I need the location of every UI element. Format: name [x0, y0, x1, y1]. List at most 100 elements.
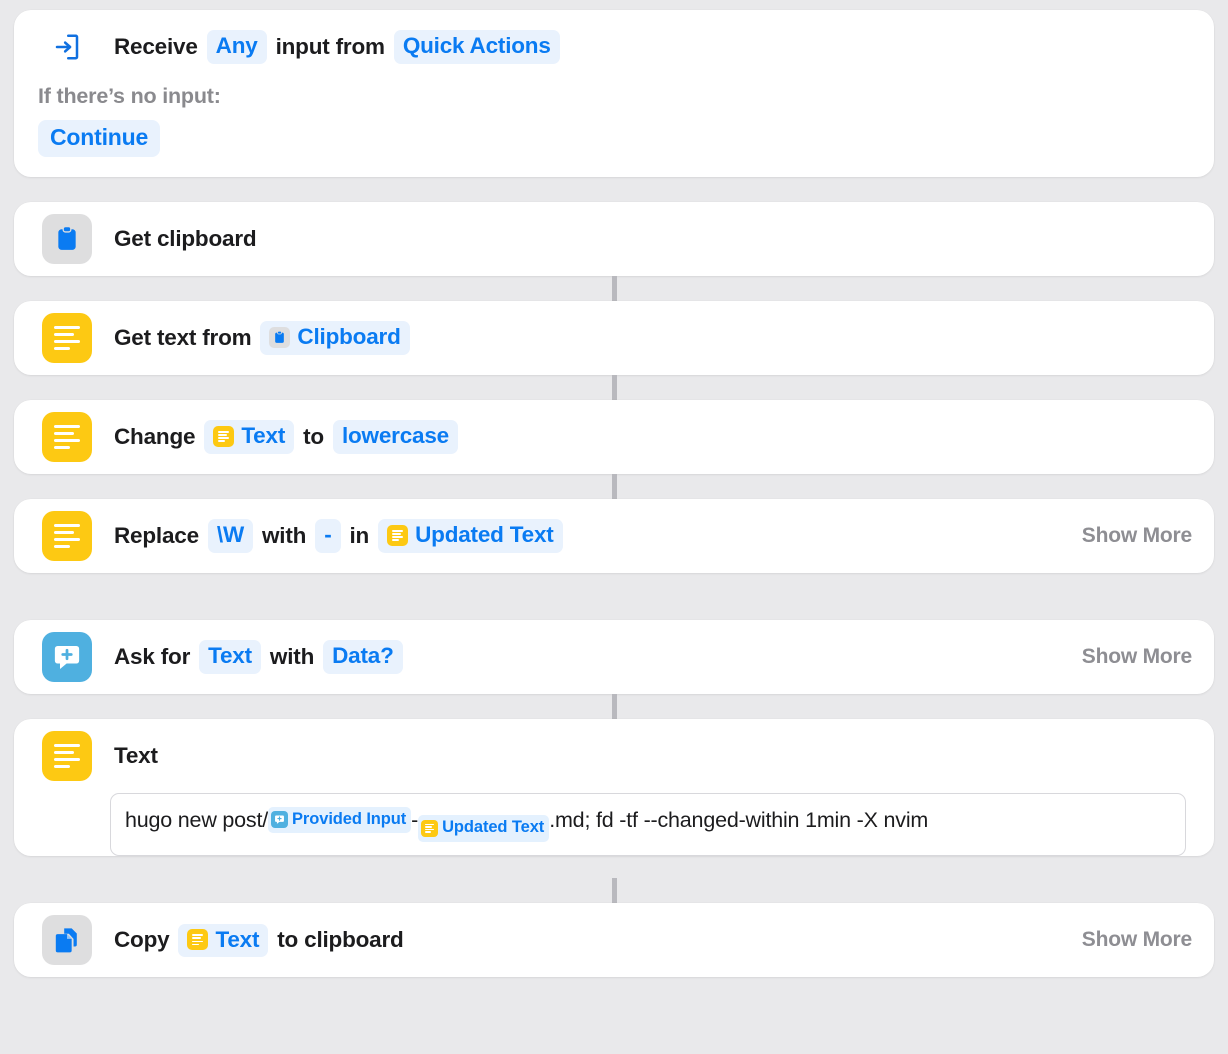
connector-line: [0, 878, 1228, 904]
clipboard-icon: [269, 327, 291, 348]
text-icon: [42, 313, 92, 363]
action-card-wrap: Ask for Text with Data? Show More: [0, 620, 1228, 694]
action-phrase: Get text from Clipboard: [114, 321, 1192, 355]
action-card-text-block[interactable]: Text hugo new post/Provided Input - Update…: [14, 719, 1214, 857]
text-icon: [42, 731, 92, 781]
text-lines-glyph: [392, 529, 404, 542]
phrase-word: Change: [114, 423, 196, 449]
inline-token-provided-input[interactable]: Provided Input: [268, 806, 412, 834]
connector-bar: [611, 694, 617, 719]
no-input-label: If there’s no input:: [38, 84, 221, 108]
action-phrase: Get clipboard: [114, 225, 1192, 253]
token-replace-with[interactable]: -: [315, 519, 341, 553]
phrase-word: Copy: [114, 927, 170, 953]
action-row: Replace \W with - in Updated Text Show M…: [14, 499, 1214, 573]
connector-bar: [611, 474, 617, 499]
phrase-word: Text: [114, 742, 158, 768]
text-icon: [42, 511, 92, 561]
text-segment: hugo new post/: [125, 808, 269, 832]
connector-bar: [611, 878, 617, 904]
action-card-wrap: Replace \W with - in Updated Text Show M…: [0, 499, 1228, 573]
token-lowercase[interactable]: lowercase: [332, 420, 458, 454]
action-card-replace-text[interactable]: Replace \W with - in Updated Text Show M…: [14, 499, 1214, 573]
phrase-word: Receive: [114, 33, 198, 59]
shortcuts-workflow: Receive Any input from Quick Actions If …: [0, 0, 1228, 978]
show-more-button[interactable]: Show More: [1064, 928, 1192, 952]
token-clipboard[interactable]: Clipboard: [260, 321, 410, 355]
connector-line: [0, 375, 1228, 400]
phrase-word: input from: [275, 33, 385, 59]
connector-spacer: [0, 573, 1228, 620]
inline-token-updated-text[interactable]: Updated Text: [418, 815, 550, 843]
action-row: Change Text to lowercase: [14, 400, 1214, 474]
receive-input-icon: [42, 22, 92, 72]
token-quick-actions[interactable]: Quick Actions: [393, 30, 560, 64]
token-text[interactable]: Text: [204, 420, 295, 454]
phrase-word: with: [262, 522, 307, 548]
action-row: Get text from Clipboard: [14, 301, 1214, 375]
action-row: Get clipboard: [14, 202, 1214, 276]
token-input-type[interactable]: Text: [199, 640, 261, 674]
connector-line: [0, 694, 1228, 719]
connector-line: [0, 276, 1228, 301]
text-lines-glyph: [218, 430, 230, 443]
text-lines-glyph: [54, 744, 80, 768]
action-card-get-text-from[interactable]: Get text from Clipboard: [14, 301, 1214, 375]
phrase-word: in: [349, 522, 370, 548]
action-card-ask-for-input[interactable]: Ask for Text with Data? Show More: [14, 620, 1214, 694]
action-phrase: Copy Text to clipboard: [114, 923, 1064, 957]
connector-bar: [611, 276, 617, 301]
text-icon: [187, 929, 209, 951]
action-card-receive-input[interactable]: Receive Any input from Quick Actions If …: [14, 10, 1214, 177]
show-more-button[interactable]: Show More: [1064, 645, 1192, 669]
action-card-change-case[interactable]: Change Text to lowercase: [14, 400, 1214, 474]
no-input-section: If there’s no input: Continue: [14, 84, 1214, 177]
phrase-word: to: [303, 423, 324, 449]
text-lines-glyph: [54, 425, 80, 449]
clipboard-icon: [42, 214, 92, 264]
token-text[interactable]: Text: [178, 923, 269, 957]
action-card-copy-to-clipboard[interactable]: Copy Text to clipboard Show More: [14, 903, 1214, 978]
action-phrase: Change Text to lowercase: [114, 420, 1192, 454]
text-lines-glyph: [54, 524, 80, 548]
action-row: Receive Any input from Quick Actions: [14, 10, 1214, 84]
ask-input-icon: [271, 811, 289, 828]
token-prompt[interactable]: Data?: [323, 640, 403, 674]
ask-input-icon: [42, 632, 92, 682]
action-card-wrap: Get text from Clipboard: [0, 301, 1228, 375]
no-input-continue-pill[interactable]: Continue: [38, 120, 161, 157]
text-input-field[interactable]: hugo new post/Provided Input - Updated Tex…: [110, 793, 1186, 857]
text-lines-glyph: [192, 934, 204, 946]
action-card-wrap: Receive Any input from Quick Actions If …: [0, 10, 1228, 177]
text-icon: [213, 426, 235, 447]
action-phrase: Receive Any input from Quick Actions: [114, 30, 1192, 64]
action-card-get-clipboard[interactable]: Get clipboard: [14, 202, 1214, 276]
token-updated-text[interactable]: Updated Text: [378, 519, 563, 553]
text-lines-glyph: [425, 823, 435, 833]
connector-bar: [611, 375, 617, 400]
text-icon: [42, 412, 92, 462]
text-icon: [421, 819, 439, 837]
phrase-word: Get text from: [114, 324, 252, 350]
action-phrase: Replace \W with - in Updated Text: [114, 519, 1064, 553]
phrase-word: with: [269, 643, 315, 669]
action-card-wrap: Copy Text to clipboard Show More: [0, 903, 1228, 978]
show-more-button[interactable]: Show More: [1064, 524, 1192, 548]
text-lines-glyph: [54, 326, 80, 350]
action-row: Text: [14, 719, 1214, 793]
text-icon: [387, 525, 409, 546]
phrase-word: Get clipboard: [114, 225, 257, 251]
text-segment: -: [411, 808, 419, 832]
connector-line: [0, 474, 1228, 499]
action-phrase: Ask for Text with Data?: [114, 640, 1064, 674]
action-card-wrap: Change Text to lowercase: [0, 400, 1228, 474]
phrase-word: to clipboard: [277, 927, 404, 953]
connector-spacer: [0, 177, 1228, 202]
token-any[interactable]: Any: [206, 30, 267, 64]
phrase-word: Replace: [114, 522, 199, 548]
action-phrase: Text: [114, 742, 1192, 770]
copy-icon: [42, 915, 92, 966]
text-segment: .md; fd -tf --changed-within 1min -X nvi…: [549, 808, 929, 832]
action-row: Copy Text to clipboard Show More: [14, 903, 1214, 977]
token-find-pattern[interactable]: \W: [207, 519, 253, 553]
